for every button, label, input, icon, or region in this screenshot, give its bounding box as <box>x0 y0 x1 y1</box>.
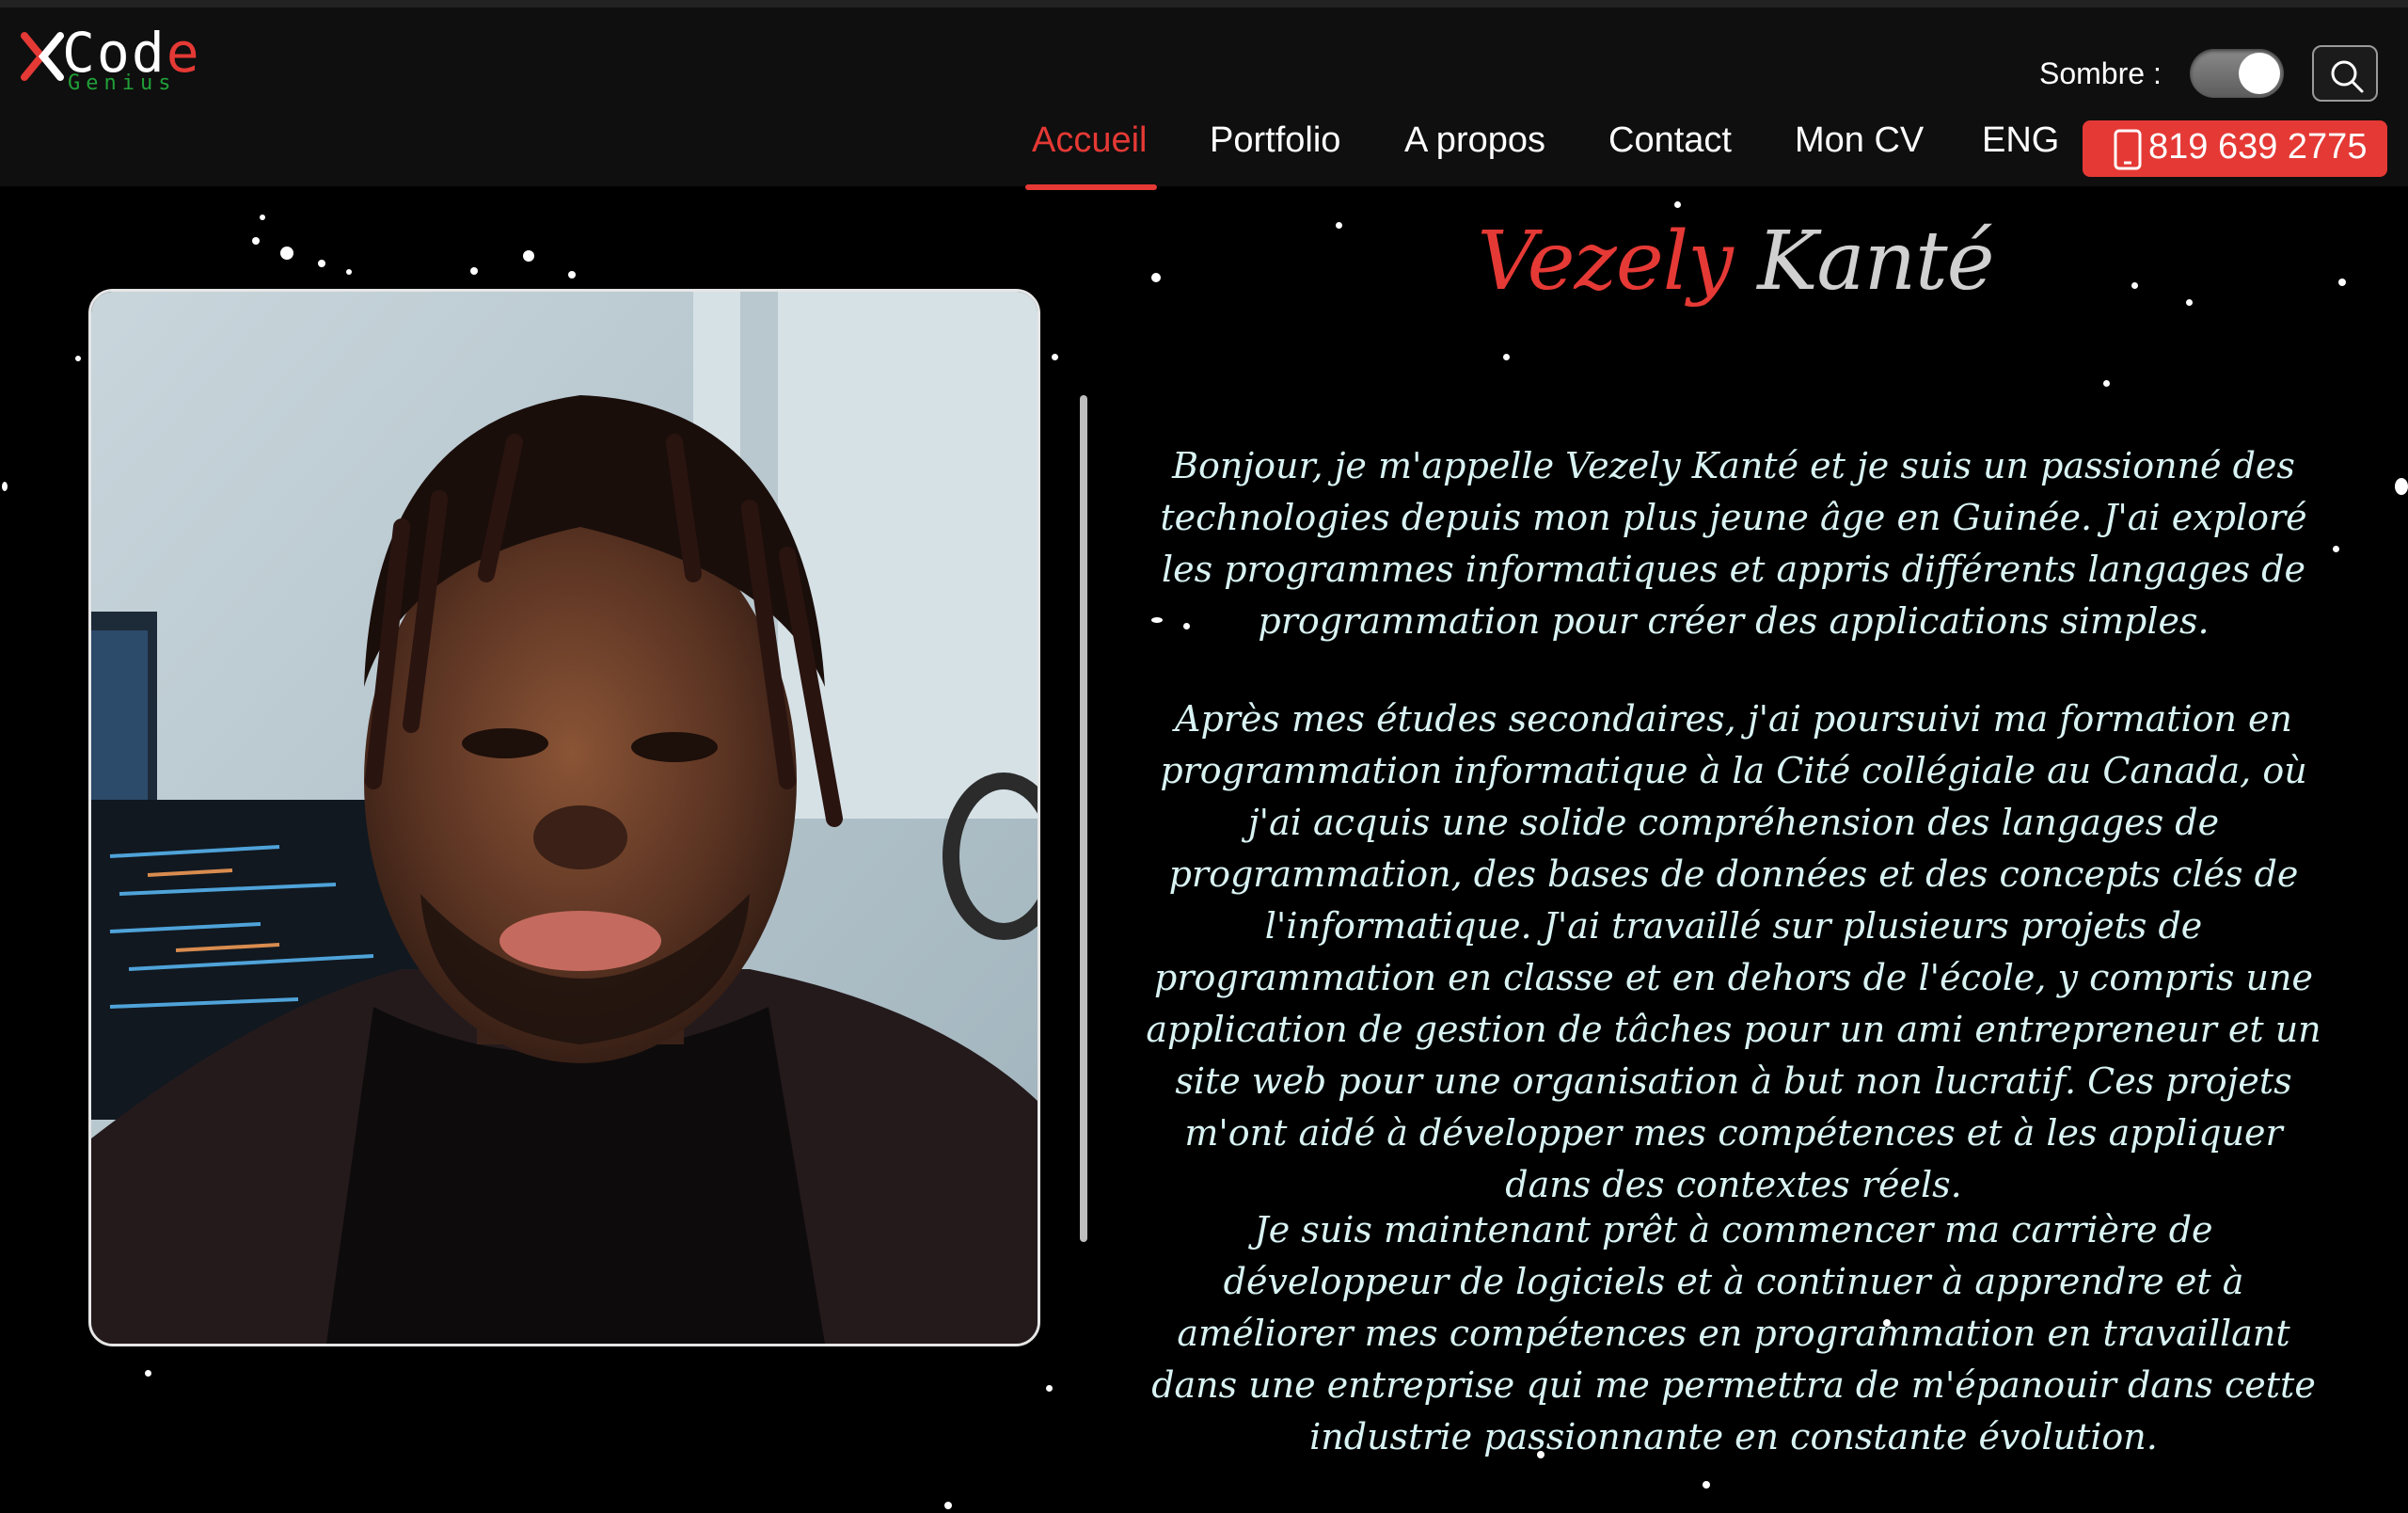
bio-paragraph-3: Je suis maintenant prêt à commencer ma c… <box>1151 1209 2316 1457</box>
bio-paragraph-1: Bonjour, je m'appelle Vezely Kanté et je… <box>1160 445 2307 642</box>
first-name: Vezely <box>1477 215 1733 309</box>
nav-accueil[interactable]: Accueil <box>1032 120 1148 161</box>
star <box>568 271 576 279</box>
star <box>1703 1481 1710 1489</box>
top-strip <box>0 0 2408 8</box>
bio-paragraph-2: Après mes études secondaires, j'ai pours… <box>1146 698 2321 1205</box>
last-name: Kanté <box>1757 215 1994 309</box>
star <box>2 482 8 491</box>
star <box>523 250 534 262</box>
vertical-divider <box>1080 395 1087 1242</box>
star <box>2338 279 2346 286</box>
header: Code Genius Sombre : Accueil Portfolio A… <box>0 8 2408 190</box>
profile-name: Vezely Kanté <box>1157 215 2314 356</box>
search-button[interactable] <box>2312 45 2378 102</box>
star <box>252 237 260 245</box>
nav-contact[interactable]: Contact <box>1608 120 1732 161</box>
star <box>944 1502 952 1509</box>
star <box>470 267 478 275</box>
search-icon <box>2331 60 2364 93</box>
theme-label: Sombre : <box>2039 56 2162 90</box>
star <box>145 1370 151 1377</box>
dark-mode-toggle[interactable] <box>2190 49 2284 98</box>
logo-x-icon <box>21 32 64 81</box>
phone-icon <box>2114 129 2142 170</box>
star <box>280 247 293 260</box>
star <box>1674 201 1681 208</box>
nav-mon-cv[interactable]: Mon CV <box>1795 120 1924 161</box>
star <box>2395 478 2408 495</box>
star <box>2333 546 2339 552</box>
site-logo[interactable]: Code Genius <box>21 21 218 100</box>
toggle-knob <box>2239 53 2280 94</box>
star <box>1046 1385 1053 1392</box>
star <box>260 215 265 220</box>
star <box>1052 354 1058 360</box>
nav-portfolio[interactable]: Portfolio <box>1210 120 1340 161</box>
star <box>318 260 325 267</box>
star <box>346 269 352 275</box>
logo-subtitle: Genius <box>68 72 177 95</box>
nav-active-underline <box>1025 184 1157 190</box>
phone-button[interactable]: 819 639 2775 <box>2083 120 2387 177</box>
page: Code Genius Sombre : Accueil Portfolio A… <box>0 0 2408 1513</box>
profile-photo <box>88 289 1040 1346</box>
portrait-image <box>91 292 1038 1344</box>
phone-number: 819 639 2775 <box>2148 127 2368 167</box>
nav-eng[interactable]: ENG <box>1982 120 2059 161</box>
star <box>2103 380 2110 387</box>
nav-a-propos[interactable]: A propos <box>1404 120 1545 161</box>
star <box>75 356 81 361</box>
main-nav: Accueil Portfolio A propos Contact Mon C… <box>0 120 2408 177</box>
